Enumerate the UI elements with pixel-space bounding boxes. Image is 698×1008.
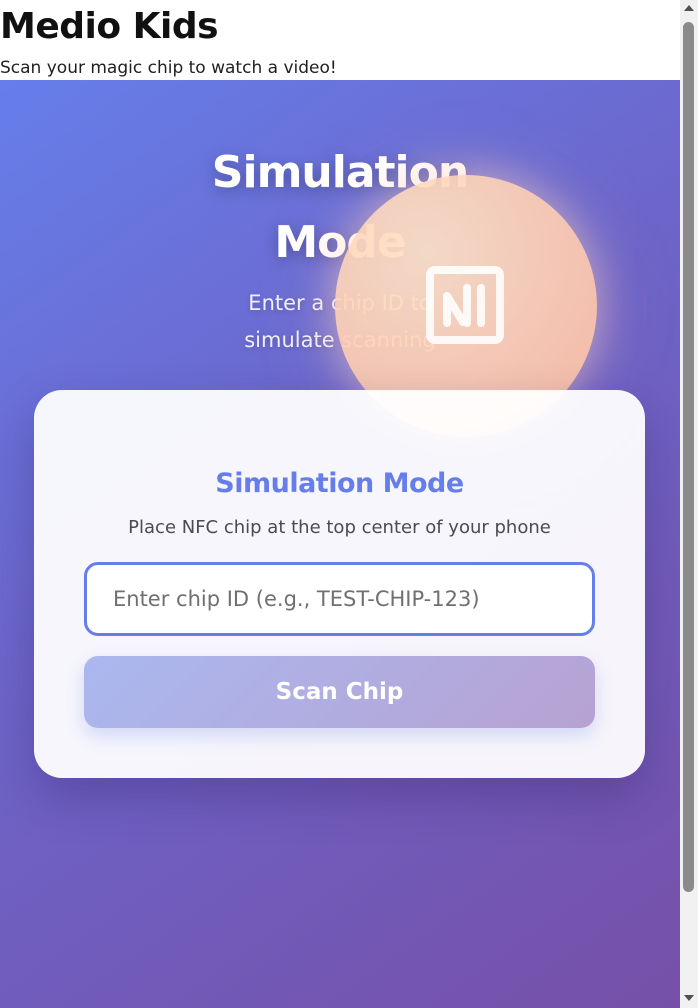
chip-id-input[interactable] [84, 562, 595, 636]
page: Medio Kids Scan your magic chip to watch… [0, 0, 698, 1008]
simulation-card: Simulation Mode Place NFC chip at the to… [34, 390, 645, 778]
scroll-down-arrow-icon[interactable] [684, 995, 694, 1001]
scan-chip-button[interactable]: Scan Chip [84, 656, 595, 728]
page-header: Medio Kids Scan your magic chip to watch… [0, 0, 680, 80]
card-title: Simulation Mode [215, 468, 464, 500]
nfc-icon [426, 266, 504, 344]
simulation-screen: Simulation Mode Enter a chip ID to simul… [0, 80, 680, 1008]
page-subtitle: Scan your magic chip to watch a video! [0, 58, 337, 78]
scrollbar-thumb[interactable] [683, 22, 694, 892]
page-title: Medio Kids [0, 6, 219, 47]
nfc-instruction: Place NFC chip at the top center of your… [128, 517, 551, 538]
scroll-up-arrow-icon[interactable] [684, 5, 694, 11]
